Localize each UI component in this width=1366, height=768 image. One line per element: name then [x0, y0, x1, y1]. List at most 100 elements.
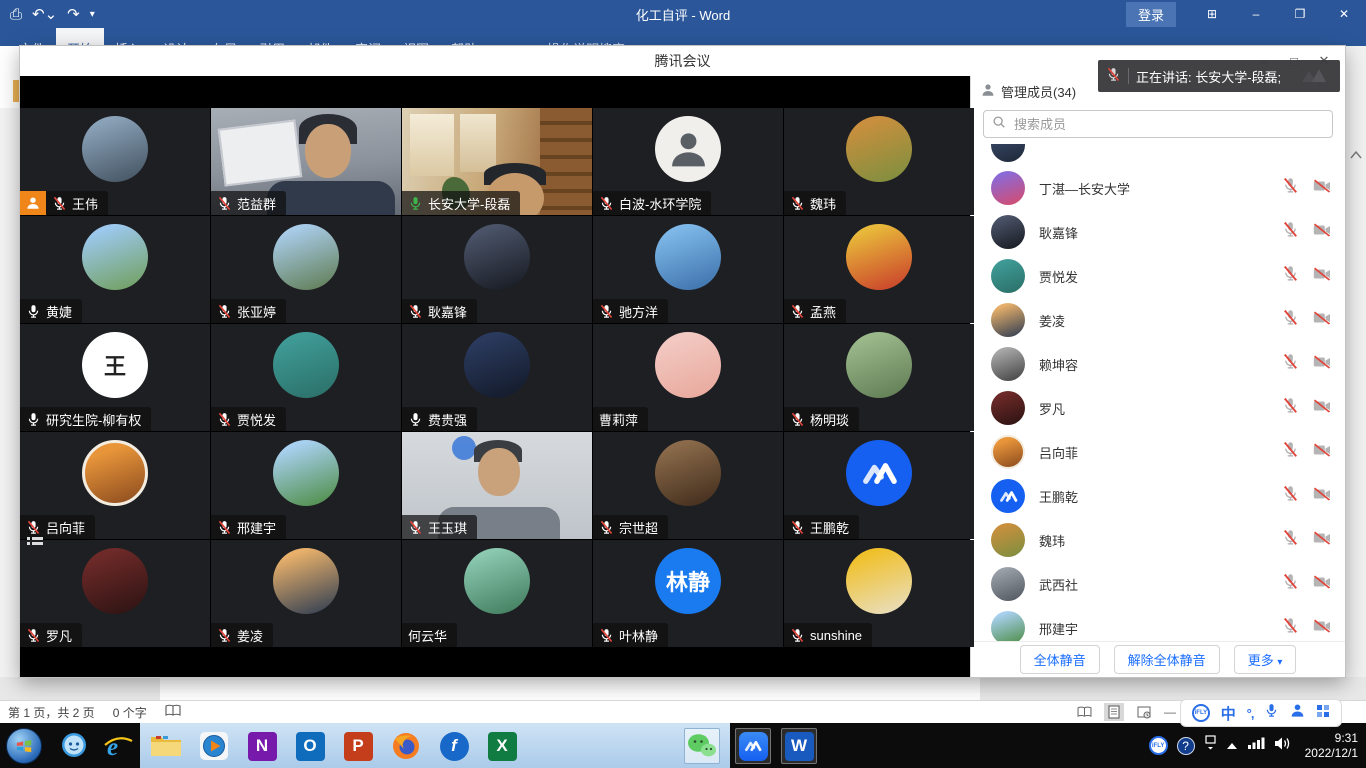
- video-tile[interactable]: 曹莉萍: [593, 324, 783, 431]
- qat-customize-icon[interactable]: ▾: [90, 9, 95, 20]
- clock[interactable]: 9:31 2022/12/1: [1305, 731, 1358, 761]
- video-tile[interactable]: 驰方洋: [593, 216, 783, 323]
- word-icon[interactable]: W: [781, 728, 817, 764]
- member-row[interactable]: 武西社: [991, 562, 1345, 606]
- outlook-icon[interactable]: O: [292, 728, 328, 764]
- member-cam-muted-icon[interactable]: [1313, 267, 1331, 286]
- unmute-all-button[interactable]: 解除全体静音: [1114, 645, 1220, 674]
- voice-input-icon[interactable]: [1264, 703, 1279, 723]
- video-tile[interactable]: 王玉琪: [402, 432, 592, 539]
- file-explorer-icon[interactable]: [148, 728, 184, 764]
- volume-icon[interactable]: [1274, 736, 1292, 756]
- member-row[interactable]: 丁湛—长安大学: [991, 166, 1345, 210]
- ribbon-tab-插入[interactable]: 插入: [104, 28, 152, 46]
- video-tile[interactable]: 长安大学-段磊: [402, 108, 592, 215]
- member-cam-muted-icon[interactable]: [1313, 619, 1331, 638]
- video-tile[interactable]: 罗凡: [20, 540, 210, 647]
- punctuation-icon[interactable]: °,: [1247, 706, 1254, 721]
- chinese-mode-icon[interactable]: 中: [1221, 703, 1236, 724]
- video-tile[interactable]: 姜凌: [211, 540, 401, 647]
- member-cam-muted-icon[interactable]: [1313, 575, 1331, 594]
- member-cam-muted-icon[interactable]: [1313, 399, 1331, 418]
- member-row[interactable]: 赖坤容: [991, 342, 1345, 386]
- video-tile[interactable]: sunshine: [784, 540, 974, 647]
- more-button[interactable]: 更多 ▾: [1234, 645, 1297, 674]
- member-row[interactable]: 姜凌: [991, 298, 1345, 342]
- word-count[interactable]: 0 个字: [113, 704, 147, 721]
- proofing-icon[interactable]: [165, 704, 181, 720]
- member-row[interactable]: 罗凡: [991, 386, 1345, 430]
- scroll-up-icon[interactable]: [1350, 146, 1362, 164]
- video-tile[interactable]: 杨明琰: [784, 324, 974, 431]
- ifly-tray-icon[interactable]: iFLY: [1149, 736, 1168, 755]
- excel-icon[interactable]: X: [484, 728, 520, 764]
- tencent-meeting-icon[interactable]: [735, 728, 771, 764]
- word-restore-button[interactable]: ❐: [1278, 0, 1322, 28]
- member-mic-muted-icon[interactable]: [1282, 177, 1299, 199]
- member-cam-muted-icon[interactable]: [1313, 443, 1331, 462]
- member-search-box[interactable]: [983, 110, 1333, 138]
- ribbon-tab-邮件[interactable]: 邮件: [296, 28, 344, 46]
- member-cam-muted-icon[interactable]: [1313, 355, 1331, 374]
- member-cam-muted-icon[interactable]: [1313, 311, 1331, 330]
- member-mic-muted-icon[interactable]: [1282, 529, 1299, 551]
- ribbon-display-options-icon[interactable]: ⊞: [1190, 0, 1234, 28]
- ribbon-tab-文件[interactable]: 文件: [8, 28, 56, 46]
- member-cam-muted-icon[interactable]: [1313, 487, 1331, 506]
- member-mic-muted-icon[interactable]: [1282, 353, 1299, 375]
- member-mic-muted-icon[interactable]: [1282, 265, 1299, 287]
- onenote-icon[interactable]: N: [244, 728, 280, 764]
- read-mode-icon[interactable]: [1074, 703, 1094, 721]
- save-icon[interactable]: ⎙: [10, 6, 22, 23]
- video-tile[interactable]: 魏玮: [784, 108, 974, 215]
- video-tile[interactable]: 黄婕: [20, 216, 210, 323]
- member-mic-muted-icon[interactable]: [1282, 397, 1299, 419]
- video-tile[interactable]: 邢建宇: [211, 432, 401, 539]
- mic-muted-icon[interactable]: [1106, 67, 1121, 85]
- ifly-input-toolbar[interactable]: iFLY 中 °,: [1180, 699, 1342, 727]
- video-tile[interactable]: 何云华: [402, 540, 592, 647]
- layout-toggle-icon[interactable]: [26, 536, 44, 555]
- ribbon-tab-引用[interactable]: 引用: [248, 28, 296, 46]
- ribbon-tab-布局[interactable]: 布局: [200, 28, 248, 46]
- member-cam-muted-icon[interactable]: [1313, 531, 1331, 550]
- powerpoint-icon[interactable]: P: [340, 728, 376, 764]
- member-row[interactable]: 耿嘉锋: [991, 210, 1345, 254]
- firefox-icon[interactable]: [388, 728, 424, 764]
- member-row[interactable]: 邢建宇: [991, 606, 1345, 641]
- tell-me-search[interactable]: 操作说明搜索: [528, 28, 625, 46]
- member-cam-muted-icon[interactable]: [1313, 223, 1331, 242]
- video-tile[interactable]: 孟燕: [784, 216, 974, 323]
- member-mic-muted-icon[interactable]: [1282, 617, 1299, 639]
- ribbon-tab-开始[interactable]: 开始: [56, 28, 104, 46]
- member-row[interactable]: 魏玮: [991, 518, 1345, 562]
- ribbon-tab-帮助[interactable]: 帮助: [440, 28, 488, 46]
- show-hidden-icons[interactable]: [1226, 737, 1238, 755]
- wechat-icon[interactable]: [684, 728, 720, 764]
- member-mic-muted-icon[interactable]: [1282, 309, 1299, 331]
- internet-explorer-icon[interactable]: e: [100, 728, 136, 764]
- video-tile[interactable]: 贾悦发: [211, 324, 401, 431]
- video-tile[interactable]: 范益群: [211, 108, 401, 215]
- video-tile[interactable]: 王鹏乾: [784, 432, 974, 539]
- media-player-icon[interactable]: [196, 728, 232, 764]
- start-button[interactable]: [6, 728, 42, 764]
- undo-icon[interactable]: ↶⌄: [32, 5, 57, 23]
- page-indicator[interactable]: 第 1 页，共 2 页: [8, 704, 95, 721]
- video-tile[interactable]: 王研究生院-柳有权: [20, 324, 210, 431]
- member-search-input[interactable]: [1012, 116, 1324, 133]
- network-icon[interactable]: [1247, 736, 1265, 755]
- word-minimize-button[interactable]: –: [1234, 0, 1278, 28]
- member-mic-muted-icon[interactable]: [1282, 485, 1299, 507]
- video-tile[interactable]: 张亚婷: [211, 216, 401, 323]
- video-tile[interactable]: 林静叶林静: [593, 540, 783, 647]
- ifly-logo-icon[interactable]: iFLY: [1192, 704, 1210, 722]
- ribbon-tab-设计[interactable]: 设计: [152, 28, 200, 46]
- member-cam-muted-icon[interactable]: [1313, 179, 1331, 198]
- member-row[interactable]: [991, 144, 1345, 166]
- help-tray-icon[interactable]: ?: [1177, 737, 1195, 755]
- word-scrollbar[interactable]: [1345, 46, 1366, 700]
- member-mic-muted-icon[interactable]: [1282, 221, 1299, 243]
- print-layout-icon[interactable]: [1104, 703, 1124, 721]
- web-layout-icon[interactable]: [1134, 703, 1154, 721]
